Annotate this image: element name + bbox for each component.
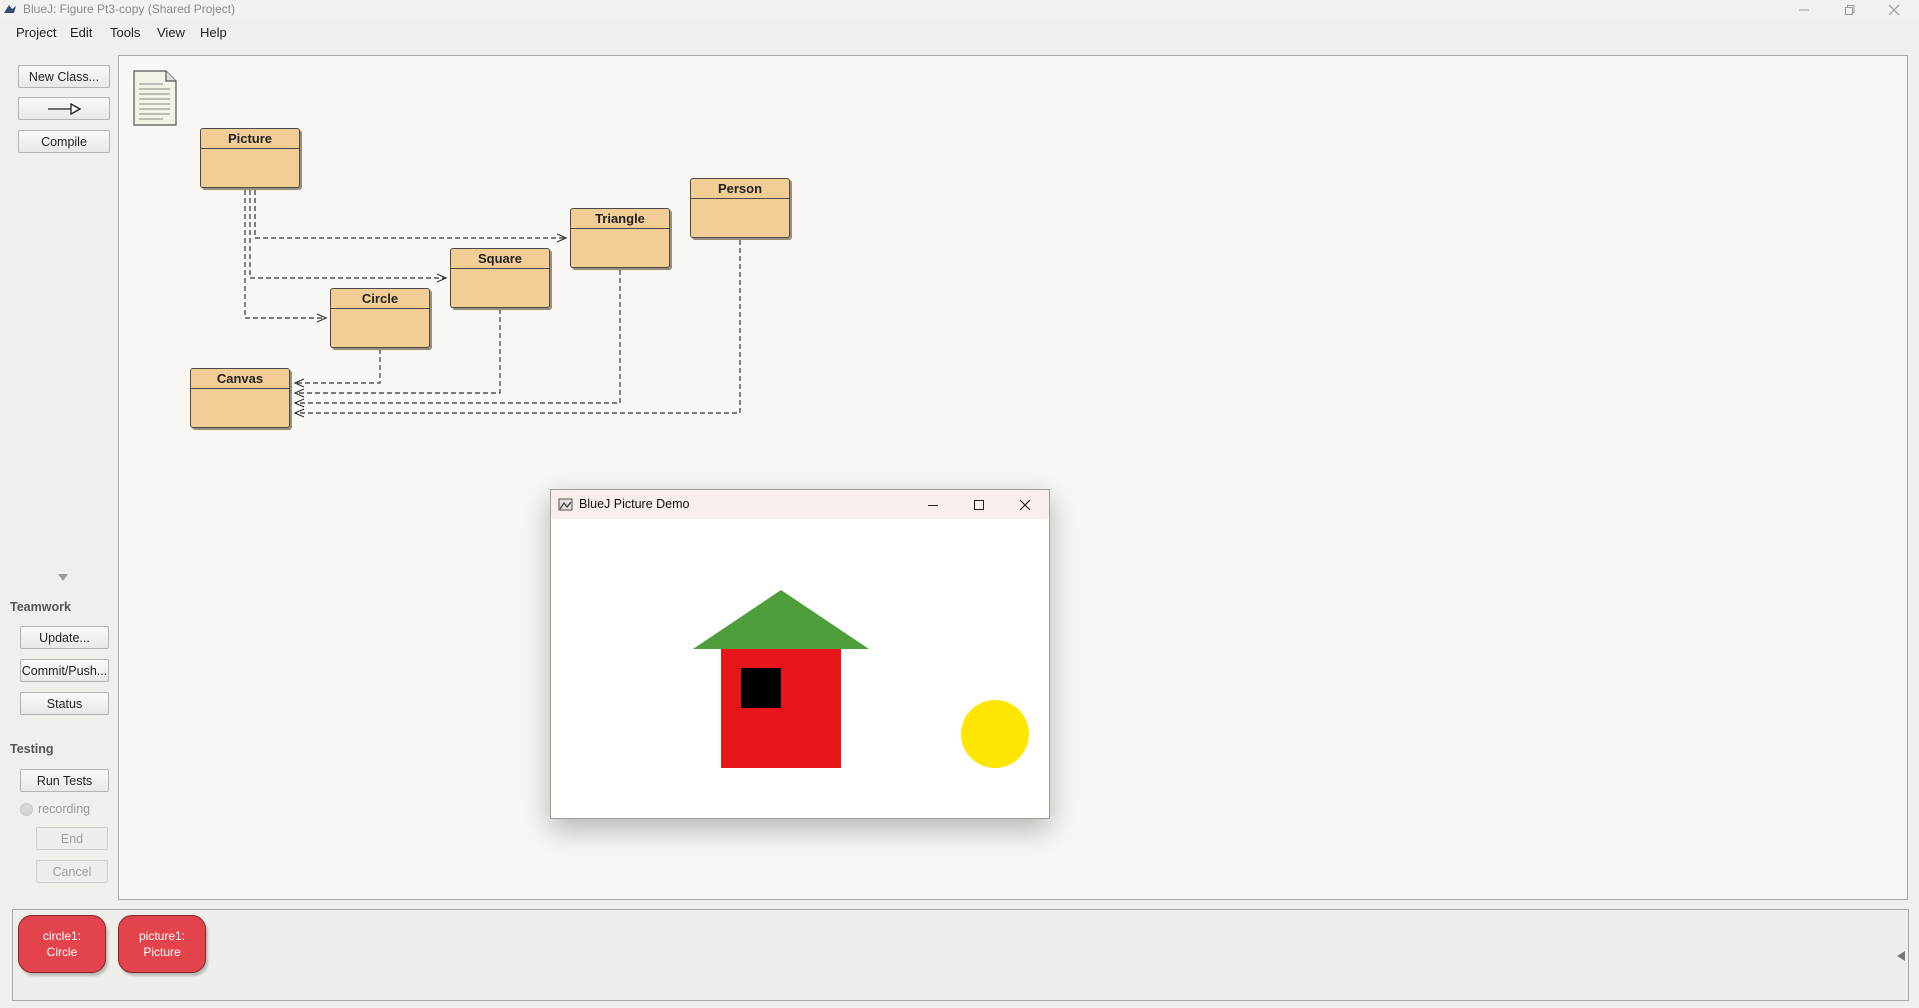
picture-canvas [693,590,1029,768]
object-circle1[interactable]: circle1: Circle [18,915,106,973]
class-square[interactable]: Square [450,248,550,308]
object-type: Circle [46,945,78,959]
demo-minimize-icon[interactable] [910,490,956,519]
object-name: picture1: [138,929,186,943]
object-picture1[interactable]: picture1: Picture [118,915,206,973]
bench-collapse-icon[interactable] [1896,950,1906,962]
class-name: Canvas [191,369,289,389]
house-window [741,668,781,708]
class-triangle[interactable]: Triangle [570,208,670,268]
class-name: Person [691,179,789,199]
class-name: Triangle [571,209,669,229]
demo-window-title: BlueJ Picture Demo [579,497,690,511]
picture-demo-window[interactable]: BlueJ Picture Demo [550,489,1050,819]
object-bench[interactable] [12,909,1909,1001]
class-name: Picture [201,129,299,149]
house-roof [693,590,869,649]
class-name: Square [451,249,549,269]
sun [961,700,1029,768]
object-type: Picture [143,945,181,959]
class-canvas[interactable]: Canvas [190,368,290,428]
class-person[interactable]: Person [690,178,790,238]
object-name: circle1: [42,929,81,943]
java-window-icon [558,498,573,511]
class-picture[interactable]: Picture [200,128,300,188]
class-name: Circle [331,289,429,309]
demo-titlebar: BlueJ Picture Demo [551,490,1049,519]
demo-close-icon[interactable] [1002,490,1048,519]
demo-maximize-icon[interactable] [956,490,1002,519]
class-circle[interactable]: Circle [330,288,430,348]
